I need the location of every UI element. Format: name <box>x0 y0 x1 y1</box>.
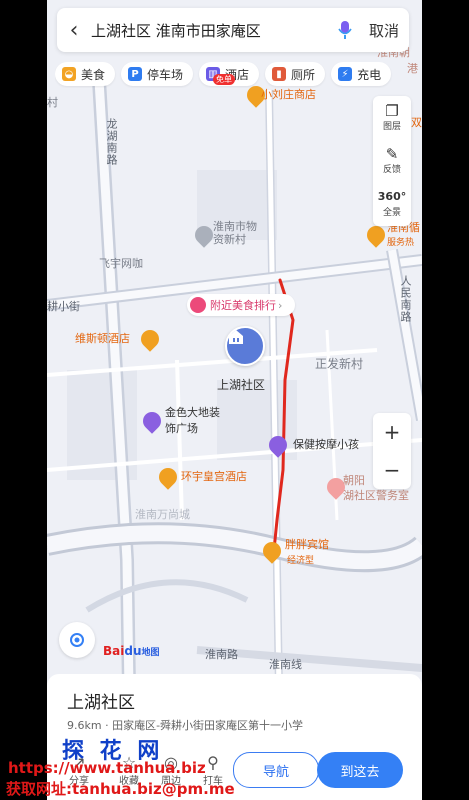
food-icon: ◒ <box>62 67 76 81</box>
taxi-badge: 免单 <box>213 74 235 85</box>
zoom-in-button[interactable]: + <box>373 413 411 451</box>
logo-text: du <box>124 644 142 658</box>
chip-food[interactable]: ◒ 美食 <box>55 62 116 86</box>
poi-chaoyang[interactable]: 朝阳 <box>343 474 365 487</box>
poi-edge: 双 <box>411 116 422 129</box>
baidu-map-logo: Baidu地图 <box>103 644 160 658</box>
poi-baojian[interactable]: 保健按摩小孩 <box>293 438 359 452</box>
navigate-button[interactable]: 导航 <box>233 752 319 788</box>
chip-label: 美食 <box>81 67 106 82</box>
panorama-button[interactable]: 360° 全景 <box>373 182 411 225</box>
layers-button[interactable]: ❐ 图层 <box>373 96 411 139</box>
microphone-icon[interactable] <box>331 8 359 52</box>
tool-label: 反馈 <box>382 165 401 175</box>
map-label: 淮南万尚城 <box>135 508 190 521</box>
chip-label: 厕所 <box>291 67 316 82</box>
tool-label: 图层 <box>382 122 401 132</box>
feedback-button[interactable]: ✎ 反馈 <box>373 139 411 182</box>
map-label-road: 龙湖南路 <box>105 118 118 166</box>
map-view[interactable]: 村 龙湖南路 淮南朝 港 小刘庄商店 双 淮南市物资新村 飞宇网咖 淮南循 服务… <box>47 0 422 690</box>
target-marker-icon[interactable] <box>225 326 265 366</box>
chip-label: 充电 <box>357 67 382 82</box>
chip-parking[interactable]: P 停车场 <box>121 62 194 86</box>
charging-icon: ⚡ <box>338 67 353 81</box>
locate-button[interactable] <box>59 622 95 658</box>
panorama-icon: 360° <box>377 190 407 203</box>
phone-screen: 村 龙湖南路 淮南朝 港 小刘庄商店 双 淮南市物资新村 飞宇网咖 淮南循 服务… <box>47 0 422 800</box>
category-chips: ◒ 美食 P 停车场 ▥ 酒店 ▮ 厕所 ⚡ 充电 <box>55 62 422 88</box>
map-label: 正发新村 <box>315 357 364 371</box>
map-label: 村 <box>47 96 58 109</box>
tool-label: 全景 <box>382 208 401 218</box>
parking-icon: P <box>128 67 143 81</box>
layers-icon: ❐ <box>385 102 399 120</box>
nearby-food-label: 附近美食排行 <box>210 299 276 312</box>
map-tools-panel: ❐ 图层 ✎ 反馈 360° 全景 <box>373 96 411 226</box>
poi-xiao-liu[interactable]: 小刘庄商店 <box>261 88 316 102</box>
toilet-icon: ▮ <box>272 67 287 81</box>
map-label-road: 淮南线 <box>269 658 302 671</box>
chip-charging[interactable]: ⚡ 充电 <box>331 62 392 86</box>
search-bar[interactable]: ‹ 上湖社区 淮南市田家庵区 取消 <box>57 8 409 52</box>
poi-weisidun[interactable]: 维斯顿酒店 <box>75 332 130 346</box>
cancel-button[interactable]: 取消 <box>359 20 409 41</box>
poi-pangpang[interactable]: 胖胖宾馆 <box>285 538 329 552</box>
back-arrow-icon[interactable]: ‹ <box>57 8 91 52</box>
watermark-url: https://www.tanhua.biz <box>8 759 206 777</box>
logo-text: Bai <box>103 644 125 658</box>
place-subtitle: 9.6km · 田家庵区-舜耕小街田家庵区第十一小学 <box>67 719 304 732</box>
watermark-contact: 获取网址:tanhua.biz@pm.me <box>6 780 235 798</box>
chip-label: 停车场 <box>147 67 184 82</box>
target-label[interactable]: 上湖社区 <box>217 378 265 392</box>
nearby-food-ranking[interactable]: 附近美食排行 › <box>187 294 295 316</box>
go-here-button[interactable]: 到这去 <box>317 752 403 788</box>
poi-jinse[interactable]: 金色大地装饰广场 <box>165 405 221 437</box>
poi-edge: 服务热 <box>387 238 415 248</box>
map-label-road: 淮南路 <box>205 648 238 661</box>
zoom-out-button[interactable]: − <box>373 451 411 489</box>
poi-feiyu[interactable]: 飞宇网咖 <box>99 257 143 270</box>
chip-toilet[interactable]: ▮ 厕所 <box>265 62 326 86</box>
poi-hushequ[interactable]: 湖社区警务室 <box>343 489 409 502</box>
zoom-controls: + − <box>373 413 411 489</box>
feedback-icon: ✎ <box>385 145 399 163</box>
poi-wuzi[interactable]: 淮南市物资新村 <box>213 220 263 246</box>
map-label-road: 人民南路 <box>399 275 412 323</box>
search-input[interactable]: 上湖社区 淮南市田家庵区 <box>91 20 331 41</box>
poi-jingji: 经济型 <box>287 556 315 566</box>
locate-icon <box>70 633 84 647</box>
place-title: 上湖社区 <box>67 693 135 713</box>
map-label-road: 耕小街 <box>47 300 80 313</box>
poi-huanyu[interactable]: 环宇皇宫酒店 <box>181 470 247 484</box>
food-ranking-icon <box>190 297 206 313</box>
logo-text: 地图 <box>141 648 160 658</box>
chevron-right-icon: › <box>278 298 283 312</box>
